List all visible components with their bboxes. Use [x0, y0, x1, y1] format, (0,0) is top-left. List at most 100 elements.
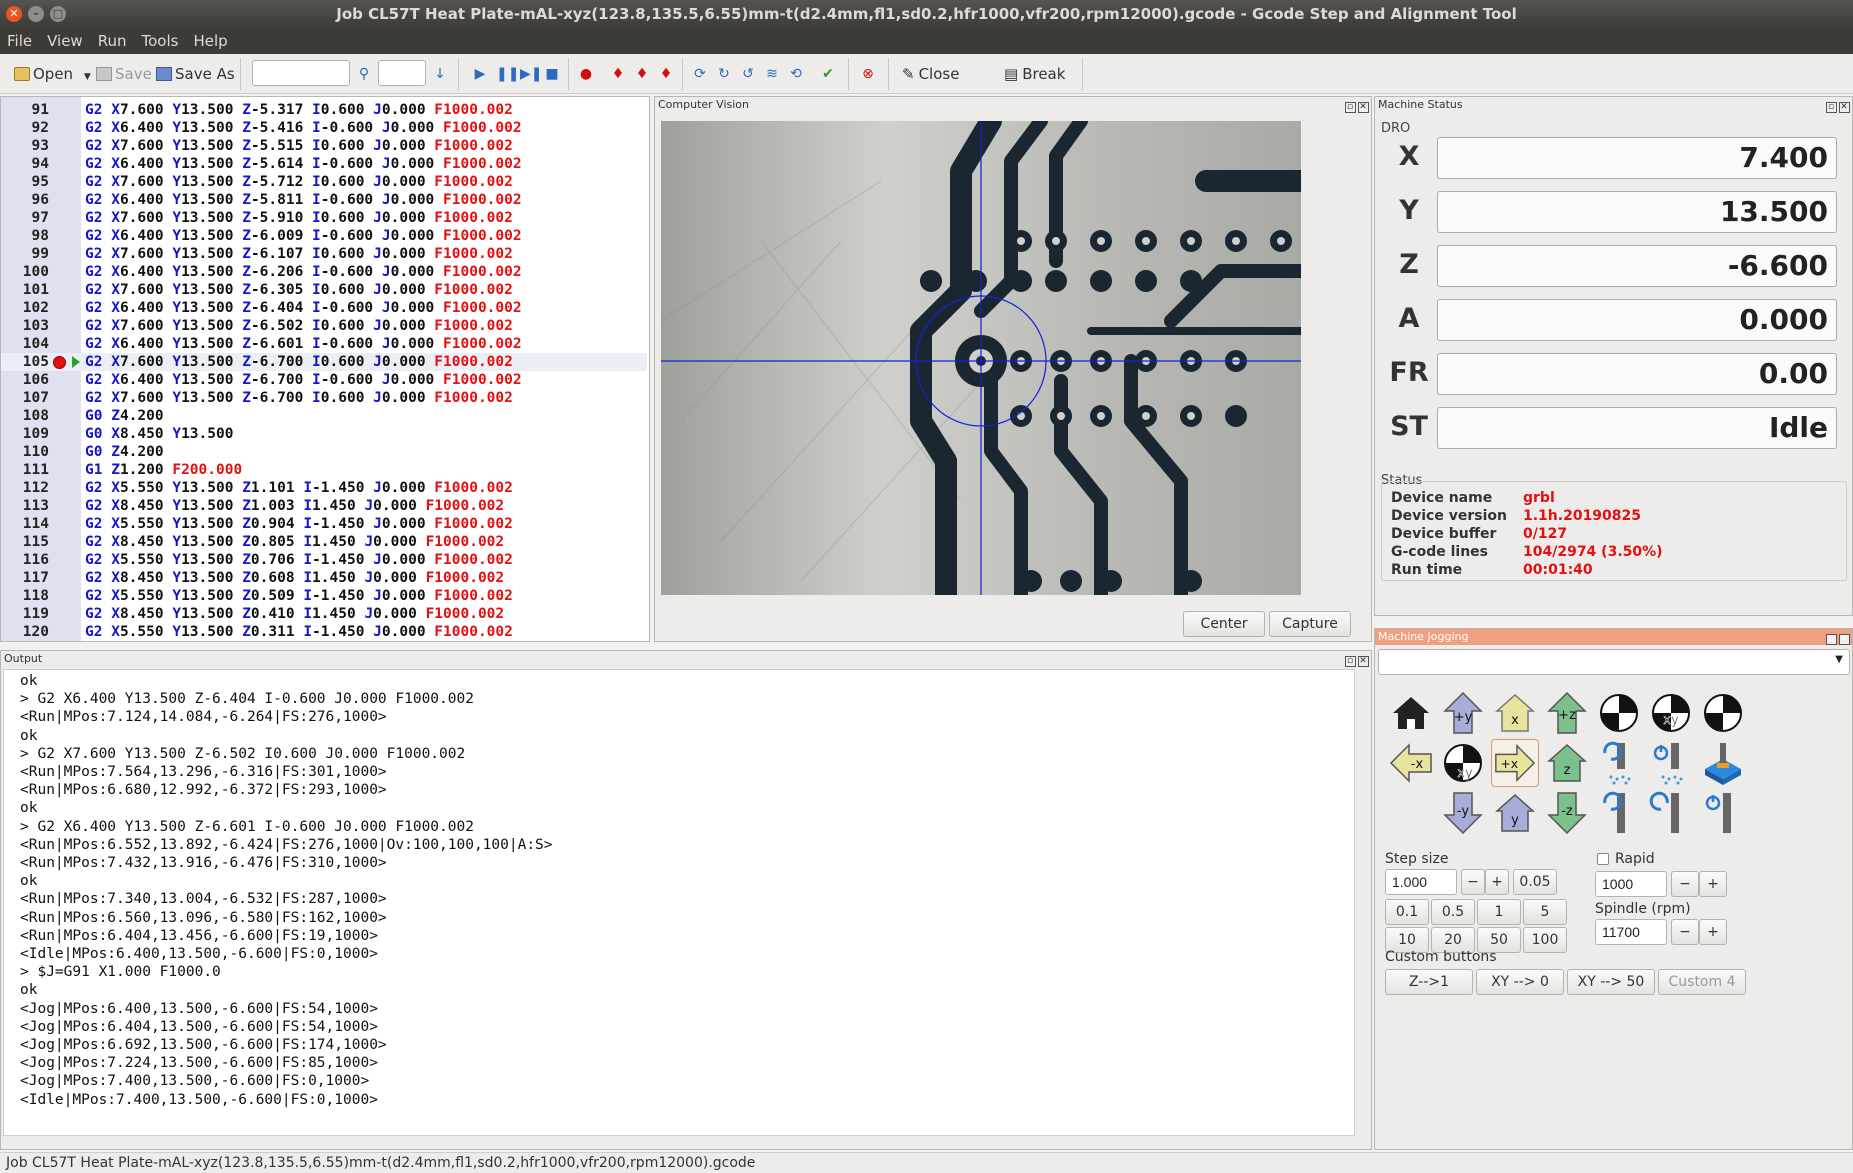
- jog-minus-z-icon[interactable]: -z: [1543, 789, 1591, 837]
- code-line[interactable]: 93 G2 X7.600 Y13.500 Z-5.515 I0.600 J0.00…: [1, 137, 647, 155]
- spindle-ccw-icon[interactable]: ↺: [740, 66, 756, 82]
- code-line[interactable]: 96 G2 X6.400 Y13.500 Z-5.811 I-0.600 J0.0…: [1, 191, 647, 209]
- code-line[interactable]: 117 G2 X8.450 Y13.500 Z0.608 I1.450 J0.00…: [1, 569, 647, 587]
- goto-xy-zero-icon[interactable]: xy: [1439, 739, 1487, 787]
- break-button[interactable]: ▤ Break: [1004, 63, 1065, 85]
- chevron-down-icon[interactable]: ▼: [84, 72, 91, 82]
- spindle-cw-icon[interactable]: ↻: [716, 66, 732, 82]
- spindle-cw-coolant-icon[interactable]: [1595, 739, 1643, 787]
- window-minimize-button[interactable]: –: [28, 6, 44, 22]
- jog-plus-x-icon[interactable]: +x: [1491, 739, 1539, 787]
- code-line[interactable]: 102 G2 X6.400 Y13.500 Z-6.404 I-0.600 J0.…: [1, 299, 647, 317]
- close-button[interactable]: ✎ Close: [902, 63, 959, 85]
- code-line[interactable]: 104 G2 X6.400 Y13.500 Z-6.601 I-0.600 J0.…: [1, 335, 647, 353]
- code-line[interactable]: 114 G2 X5.550 Y13.500 Z0.904 I-1.450 J0.0…: [1, 515, 647, 533]
- step-preset-0.05[interactable]: 0.05: [1513, 869, 1557, 895]
- open-button[interactable]: Open ▼: [14, 63, 91, 85]
- menu-run[interactable]: Run: [91, 28, 135, 50]
- jog-plus-y-icon[interactable]: +y: [1439, 689, 1487, 737]
- code-line[interactable]: 106 G2 X6.400 Y13.500 Z-6.700 I-0.600 J0.…: [1, 371, 647, 389]
- code-line[interactable]: 103 G2 X7.600 Y13.500 Z-6.502 I0.600 J0.0…: [1, 317, 647, 335]
- search-icon[interactable]: ⚲: [356, 66, 372, 82]
- breakpoint-next-icon[interactable]: ♦: [610, 66, 626, 82]
- step-preset-5[interactable]: 5: [1523, 899, 1567, 925]
- step-preset-0.1[interactable]: 0.1: [1385, 899, 1429, 925]
- custom-button-3[interactable]: XY --> 50: [1567, 969, 1655, 995]
- spindle-power-icon[interactable]: [1699, 789, 1747, 837]
- spindle-decrease-button[interactable]: −: [1671, 919, 1699, 945]
- code-line[interactable]: 111 G1 Z1.200 F200.000: [1, 461, 647, 479]
- check-mode-icon[interactable]: ✔: [820, 66, 836, 82]
- code-line[interactable]: 97 G2 X7.600 Y13.500 Z-5.910 I0.600 J0.00…: [1, 209, 647, 227]
- stop-icon[interactable]: ■: [544, 66, 560, 82]
- code-line[interactable]: 112 G2 X5.550 Y13.500 Z1.101 I-1.450 J0.0…: [1, 479, 647, 497]
- search-input[interactable]: [252, 60, 350, 86]
- save-button[interactable]: Save: [96, 63, 152, 85]
- float-icon[interactable]: ▫: [1345, 102, 1356, 113]
- jog-minus-y-icon[interactable]: -y: [1439, 789, 1487, 837]
- jog-minus-x-icon[interactable]: -x: [1387, 739, 1435, 787]
- code-line[interactable]: 105 G2 X7.600 Y13.500 Z-6.700 I0.600 J0.0…: [1, 353, 647, 371]
- code-line[interactable]: 100 G2 X6.400 Y13.500 Z-6.206 I-0.600 J0.…: [1, 263, 647, 281]
- code-line[interactable]: 99 G2 X7.600 Y13.500 Z-6.107 I0.600 J0.00…: [1, 245, 647, 263]
- custom-button-4[interactable]: Custom 4: [1658, 969, 1746, 995]
- menu-tools[interactable]: Tools: [134, 28, 186, 50]
- step-icon[interactable]: ▶❚: [520, 66, 543, 82]
- coolant-icon[interactable]: ≋: [764, 66, 780, 82]
- save-as-button[interactable]: Save As: [156, 63, 235, 85]
- code-line[interactable]: 120 G2 X5.550 Y13.500 Z0.311 I-1.450 J0.0…: [1, 623, 647, 641]
- jog-profile-select[interactable]: ▼: [1378, 649, 1850, 675]
- feed-increase-button[interactable]: +: [1699, 871, 1727, 897]
- play-icon[interactable]: ▶: [472, 66, 488, 82]
- code-line[interactable]: 119 G2 X8.450 Y13.500 Z0.410 I1.450 J0.00…: [1, 605, 647, 623]
- abort-icon[interactable]: ⊗: [860, 66, 876, 82]
- code-line[interactable]: 98 G2 X6.400 Y13.500 Z-6.009 I-0.600 J0.0…: [1, 227, 647, 245]
- feed-rate-input[interactable]: [1595, 871, 1667, 897]
- code-line[interactable]: 108 G0 Z4.200: [1, 407, 647, 425]
- custom-button-1[interactable]: Z-->1: [1385, 969, 1473, 995]
- step-decrease-button[interactable]: −: [1461, 869, 1485, 895]
- breakpoint-icon[interactable]: [53, 356, 66, 369]
- code-line[interactable]: 92 G2 X6.400 Y13.500 Z-5.416 I-0.600 J0.0…: [1, 119, 647, 137]
- code-line[interactable]: 110 G0 Z4.200: [1, 443, 647, 461]
- step-preset-1[interactable]: 1: [1477, 899, 1521, 925]
- step-increase-button[interactable]: +: [1485, 869, 1509, 895]
- spindle-cw-icon[interactable]: [1595, 789, 1643, 837]
- window-maximize-button[interactable]: □: [50, 6, 66, 22]
- float-icon[interactable]: ▫: [1826, 102, 1837, 113]
- spindle-power-coolant-icon[interactable]: [1647, 739, 1695, 787]
- goto-line-icon[interactable]: ↓: [432, 66, 448, 82]
- step-size-input[interactable]: [1385, 869, 1457, 895]
- code-line[interactable]: 115 G2 X8.450 Y13.500 Z0.805 I1.450 J0.00…: [1, 533, 647, 551]
- float-icon[interactable]: ▫: [1345, 656, 1356, 667]
- menu-file[interactable]: File: [0, 28, 40, 50]
- zero-z-icon[interactable]: z: [1699, 689, 1747, 737]
- spindle-ccw-icon[interactable]: [1647, 789, 1695, 837]
- probe-icon[interactable]: [1699, 739, 1747, 787]
- close-icon[interactable]: ✕: [1839, 102, 1850, 113]
- home-icon[interactable]: [1387, 689, 1435, 737]
- spindle-speed-input[interactable]: [1595, 919, 1667, 945]
- output-log[interactable]: ok > G2 X6.400 Y13.500 Z-6.404 I-0.600 J0…: [3, 669, 1355, 1136]
- code-line[interactable]: 113 G2 X8.450 Y13.500 Z1.003 I1.450 J0.00…: [1, 497, 647, 515]
- close-icon[interactable]: ✕: [1839, 634, 1850, 645]
- line-number-input[interactable]: [378, 60, 426, 86]
- close-icon[interactable]: ✕: [1358, 102, 1369, 113]
- capture-button[interactable]: Capture: [1269, 611, 1351, 637]
- menu-help[interactable]: Help: [186, 28, 235, 50]
- spindle-increase-button[interactable]: +: [1699, 919, 1727, 945]
- step-preset-0.5[interactable]: 0.5: [1431, 899, 1475, 925]
- home-y-icon[interactable]: y: [1491, 789, 1539, 837]
- custom-button-2[interactable]: XY --> 0: [1476, 969, 1564, 995]
- home-x-icon[interactable]: x: [1491, 689, 1539, 737]
- code-line[interactable]: 109 G0 X8.450 Y13.500: [1, 425, 647, 443]
- center-button[interactable]: Center: [1183, 611, 1265, 637]
- code-line[interactable]: 116 G2 X5.550 Y13.500 Z0.706 I-1.450 J0.0…: [1, 551, 647, 569]
- home-z-icon[interactable]: z: [1543, 739, 1591, 787]
- code-line[interactable]: 101 G2 X7.600 Y13.500 Z-6.305 I0.600 J0.0…: [1, 281, 647, 299]
- rapid-checkbox[interactable]: [1597, 853, 1609, 865]
- reset-icon[interactable]: ⟲: [788, 66, 804, 82]
- jog-plus-z-icon[interactable]: +z: [1543, 689, 1591, 737]
- feed-decrease-button[interactable]: −: [1671, 871, 1699, 897]
- code-line[interactable]: 94 G2 X6.400 Y13.500 Z-5.614 I-0.600 J0.0…: [1, 155, 647, 173]
